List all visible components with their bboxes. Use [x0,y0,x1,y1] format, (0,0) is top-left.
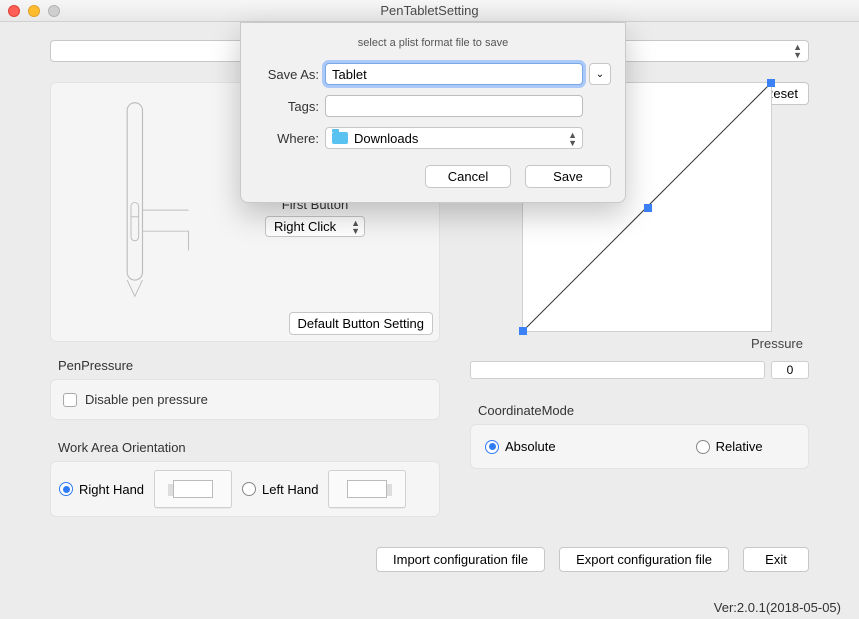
relative-label: Relative [716,439,763,454]
checkbox-icon[interactable] [63,393,77,407]
import-config-button[interactable]: Import configuration file [376,547,545,572]
cancel-button[interactable]: Cancel [425,165,511,188]
curve-handle[interactable] [767,79,775,87]
pen-pressure-header: PenPressure [58,358,440,373]
pen-diagram [61,97,201,327]
default-button-setting[interactable]: Default Button Setting [289,312,433,335]
disable-pen-pressure-label: Disable pen pressure [85,392,208,407]
pressure-value: 0 [771,361,809,379]
save-dialog: select a plist format file to save Save … [240,22,626,203]
left-hand-thumb[interactable] [328,470,406,508]
tags-label: Tags: [255,99,319,114]
coordinate-panel: Absolute Relative [470,424,809,469]
where-label: Where: [255,131,319,146]
first-button-select[interactable]: Right Click ▲▼ [265,216,365,237]
chevron-updown-icon: ▲▼ [568,131,577,147]
left-hand-label: Left Hand [262,482,318,497]
where-value: Downloads [354,131,418,146]
radio-icon[interactable] [696,440,710,454]
radio-icon[interactable] [485,440,499,454]
where-select[interactable]: Downloads ▲▼ [325,127,583,149]
export-config-button[interactable]: Export configuration file [559,547,729,572]
expand-dialog-button[interactable]: ⌄ [589,63,611,85]
right-hand-label: Right Hand [79,482,144,497]
version-label: Ver:2.0.1(2018-05-05) [714,600,841,615]
absolute-radio[interactable]: Absolute [485,439,556,454]
titlebar: PenTabletSetting [0,0,859,22]
pressure-bar [470,361,765,379]
relative-radio[interactable]: Relative [696,439,763,454]
dialog-subtitle: select a plist format file to save [255,37,611,49]
left-hand-radio[interactable]: Left Hand [242,482,318,497]
disable-pen-pressure[interactable]: Disable pen pressure [63,392,427,407]
radio-icon[interactable] [242,482,256,496]
chevron-down-icon: ⌄ [596,69,604,80]
coordinate-header: CoordinateMode [478,403,809,418]
orientation-header: Work Area Orientation [58,440,440,455]
chevron-updown-icon: ▲▼ [793,43,802,59]
pressure-axis-label: Pressure [470,336,803,351]
save-as-input[interactable] [325,63,583,85]
right-hand-radio[interactable]: Right Hand [59,482,144,497]
chevron-updown-icon: ▲▼ [351,219,360,235]
save-button[interactable]: Save [525,165,611,188]
curve-handle[interactable] [644,204,652,212]
first-button-value: Right Click [274,219,336,234]
folder-icon [332,132,348,144]
save-as-label: Save As: [255,67,319,82]
curve-handle[interactable] [519,327,527,335]
pen-pressure-panel: Disable pen pressure [50,379,440,420]
absolute-label: Absolute [505,439,556,454]
window-title: PenTabletSetting [0,3,859,18]
exit-button[interactable]: Exit [743,547,809,572]
tags-input[interactable] [325,95,583,117]
orientation-panel: Right Hand Left Hand [50,461,440,517]
radio-icon[interactable] [59,482,73,496]
right-hand-thumb[interactable] [154,470,232,508]
